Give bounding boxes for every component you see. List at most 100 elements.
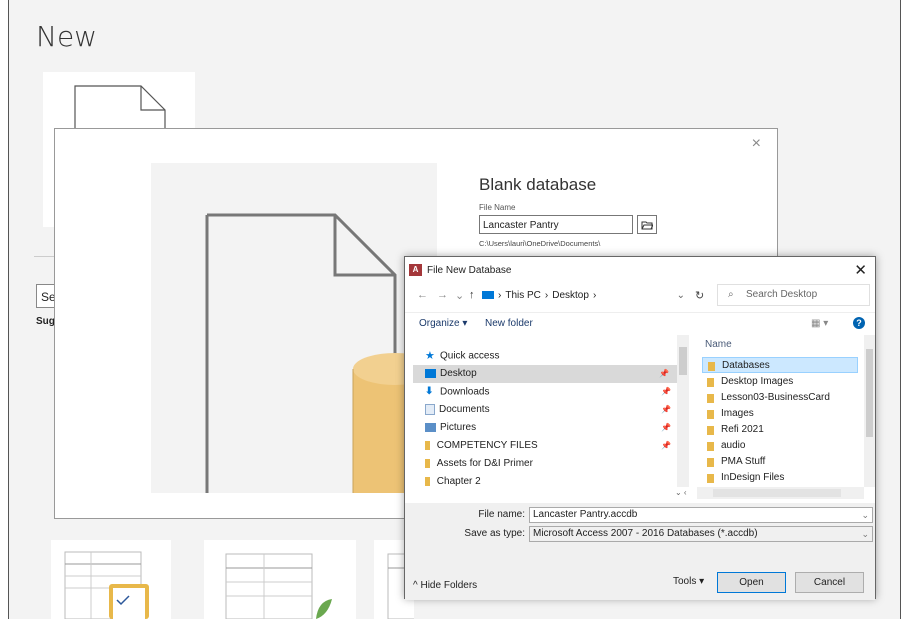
star-icon: ★ [425, 350, 435, 362]
search-placeholder: Search Desktop [746, 289, 818, 300]
pictures-icon [425, 422, 436, 432]
nav-item-desktop[interactable]: Desktop 📌 [413, 365, 677, 383]
pin-icon[interactable]: 📌 [659, 365, 669, 383]
file-new-database-dialog: A File New Database ✕ ← → ⌄ ↑ › This PC … [404, 256, 876, 600]
folder-icon [707, 394, 714, 403]
navigation-pane-scrollbar[interactable] [677, 335, 689, 487]
file-row-audio[interactable]: audio [702, 438, 858, 454]
folder-icon [707, 458, 714, 467]
dropdown-arrow-icon: ▾ [699, 576, 705, 587]
documents-icon [425, 403, 435, 415]
hide-folders-label: Hide Folders [420, 580, 478, 591]
folder-icon [425, 476, 430, 486]
template-tile-contacts[interactable] [204, 540, 356, 620]
address-dropdown-chevron-icon[interactable]: ⌄ [677, 290, 685, 301]
search-desktop-input[interactable]: ⌕ Search Desktop [717, 284, 870, 306]
save-as-type-value: Microsoft Access 2007 - 2016 Databases (… [533, 528, 758, 539]
folder-icon [708, 362, 715, 371]
cancel-button[interactable]: Cancel [795, 572, 864, 593]
file-row-lesson03[interactable]: Lesson03-BusinessCard [702, 390, 858, 406]
file-name: audio [721, 440, 746, 451]
file-row-databases[interactable]: Databases [702, 357, 858, 373]
nav-item-documents[interactable]: Documents 📌 [425, 401, 679, 419]
nav-item-assets-di-primer[interactable]: Assets for D&I Primer [425, 455, 679, 473]
pin-icon[interactable]: 📌 [661, 401, 671, 419]
address-bar[interactable]: › This PC › Desktop › ⌄ [482, 284, 689, 306]
file-name: Refi 2021 [721, 424, 764, 435]
file-row-refi-2021[interactable]: Refi 2021 [702, 422, 858, 438]
file-list: Name Databases Desktop Images Lesson03-B… [697, 335, 870, 495]
desktop-icon [425, 368, 436, 378]
nav-item-competency-files[interactable]: COMPETENCY FILES 📌 [425, 437, 679, 455]
file-row-desktop-images[interactable]: Desktop Images [702, 374, 858, 390]
pin-icon[interactable]: 📌 [661, 419, 671, 437]
close-icon[interactable]: × [752, 135, 761, 153]
pin-icon[interactable]: 📌 [661, 437, 671, 455]
breadcrumb-desktop[interactable]: Desktop [552, 290, 589, 301]
save-as-type-select[interactable]: Microsoft Access 2007 - 2016 Databases (… [529, 526, 873, 542]
checklist-template-icon [64, 551, 149, 620]
refresh-icon[interactable]: ↻ [695, 289, 704, 302]
file-name: InDesign Files [721, 472, 785, 483]
save-as-type-label: Save as type: [464, 528, 525, 539]
back-arrow-icon[interactable]: ← [417, 289, 428, 301]
database-preview [151, 163, 438, 493]
new-folder-button[interactable]: New folder [485, 318, 533, 329]
file-name-label: File name: [478, 509, 525, 520]
file-row-images[interactable]: Images [702, 406, 858, 422]
dialog-title: File New Database [427, 265, 512, 276]
view-options-icon[interactable]: ▦ ▾ [811, 318, 828, 329]
folder-icon [707, 474, 714, 483]
access-app-icon: A [409, 264, 422, 276]
file-row-pma-stuff[interactable]: PMA Stuff [702, 454, 858, 470]
chevron-down-icon[interactable]: ⌄ [861, 527, 869, 541]
tools-label: Tools [673, 576, 697, 587]
nav-item-label: Quick access [440, 350, 500, 362]
nav-item-label: Documents [439, 404, 490, 415]
nav-item-label: Assets for D&I Primer [436, 458, 533, 469]
nav-item-pictures[interactable]: Pictures 📌 [425, 419, 679, 437]
nav-item-chapter-2[interactable]: Chapter 2 [425, 473, 679, 491]
file-name-input[interactable]: Lancaster Pantry.accdb ⌄ [529, 507, 873, 523]
pin-icon[interactable]: 📌 [661, 383, 671, 401]
file-name: PMA Stuff [721, 456, 766, 467]
scrollbar-thumb[interactable] [713, 489, 841, 497]
file-name: Desktop Images [721, 376, 794, 387]
database-icon [205, 213, 438, 493]
file-list-scrollbar[interactable] [864, 335, 875, 487]
file-row-indesign-files[interactable]: InDesign Files [702, 470, 858, 486]
dialog-toolbar: Organize ▾ New folder ▦ ▾ ? [405, 312, 875, 335]
scrollbar-thumb[interactable] [866, 349, 873, 437]
breadcrumb-separator-icon: › [498, 289, 502, 301]
scrollbar-thumb[interactable] [679, 347, 687, 375]
browse-folder-button[interactable] [637, 215, 657, 234]
up-arrow-icon[interactable]: ↑ [469, 289, 475, 301]
recent-locations-chevron-icon[interactable]: ⌄ [455, 289, 464, 302]
page-title: New [36, 20, 98, 53]
nav-item-label: Pictures [440, 422, 477, 433]
breadcrumb-separator-icon: › [592, 289, 597, 301]
breadcrumb-this-pc[interactable]: This PC [505, 290, 541, 301]
file-name-value: Lancaster Pantry.accdb [533, 509, 638, 520]
dialog-footer: File name: Lancaster Pantry.accdb ⌄ Save… [405, 503, 875, 600]
nav-item-label: Downloads [440, 386, 490, 398]
open-button[interactable]: Open [717, 572, 786, 593]
dialog-close-button[interactable]: ✕ [854, 261, 867, 279]
help-icon[interactable]: ? [853, 317, 865, 329]
folder-icon [707, 410, 714, 419]
hide-folders-toggle[interactable]: ^ Hide Folders [413, 580, 477, 591]
nav-item-quick-access[interactable]: ★ Quick access [425, 347, 679, 365]
forward-arrow-icon[interactable]: → [437, 289, 448, 301]
template-tile-task-list[interactable] [51, 540, 171, 620]
chevron-down-icon[interactable]: ⌄ [861, 508, 869, 522]
horizontal-scroll-arrows[interactable]: ⌄ ‹ [675, 487, 693, 499]
file-list-horizontal-scrollbar[interactable] [697, 487, 864, 499]
tools-menu[interactable]: Tools ▾ [673, 576, 704, 587]
save-path: C:\Users\lauri\OneDrive\Documents\ [479, 239, 601, 248]
file-name-input[interactable]: Lancaster Pantry [479, 215, 633, 234]
blank-database-title: Blank database [479, 175, 597, 194]
nav-item-downloads[interactable]: ⬇ Downloads 📌 [425, 383, 679, 401]
column-header-name[interactable]: Name [705, 339, 732, 350]
organize-menu[interactable]: Organize ▾ [419, 318, 467, 329]
nav-item-label: Chapter 2 [436, 476, 481, 487]
